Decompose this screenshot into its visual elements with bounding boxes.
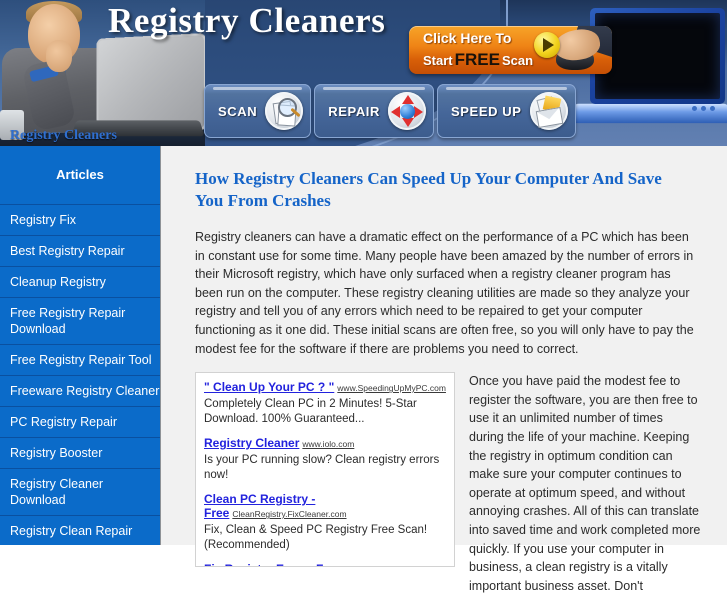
sidebar-item-8[interactable]: Registry Cleaner Download [0,469,160,516]
nav-label-scan: SCAN [218,103,258,119]
sidebar-item-0[interactable]: Registry Fix [0,205,160,236]
ad-head: Registry Cleaner www.iolo.com [204,436,446,451]
laptop-indicator-dots [692,106,715,111]
cta-line-one: Click Here To [423,30,512,46]
start-free-scan-button[interactable]: Click Here To Start FREE Scan [409,26,612,74]
speedup-envelope-icon [529,92,568,130]
sidebar-list: Registry Fix Best Registry Repair Cleanup … [0,205,160,545]
sidebar: Articles Registry Fix Best Registry Repai… [0,146,161,545]
nav-label-repair: REPAIR [328,103,381,119]
ad-head: Fix Registry Error - Freewww.tuneup360.c… [204,562,446,566]
sidebar-item-4[interactable]: Free Registry Repair Tool [0,345,160,376]
nav-button-repair[interactable]: REPAIR [314,84,435,138]
sidebar-item-5[interactable]: Freeware Registry Cleaner [0,376,160,407]
ad-url-link[interactable]: CleanRegistry.FixCleaner.com [232,509,346,519]
header-nav: SCAN REPAIR SPEED UP [204,84,576,138]
header-watermark: Registry Cleaners [10,128,117,143]
laptop-screen [595,13,720,99]
sidebar-item-2[interactable]: Cleanup Registry [0,267,160,298]
sidebar-title: Articles [0,146,160,205]
main-content: How Registry Cleaners Can Speed Up Your … [161,146,727,593]
site-header: Registry Cleaners Registry Cleaners Clic… [0,0,727,146]
ad-url-link[interactable]: www.iolo.com [302,439,354,449]
lower-section: " Clean Up Your PC ? " www.SpeedingUpMyPC… [195,372,701,595]
photo-hand [46,40,72,72]
ad-url-link[interactable]: www.SpeedingUpMyPC.com [337,383,446,393]
right-column-paragraph: Once you have paid the modest fee to reg… [469,374,701,593]
ad-title-link[interactable]: Fix Registry Error - Free [204,562,341,566]
cta-start-text: Start [423,53,453,68]
nav-button-speed-up[interactable]: SPEED UP [437,84,576,138]
repair-globe-arrows-icon [388,92,427,130]
ad-title-link[interactable]: " Clean Up Your PC ? " [204,380,334,394]
site-title: Registry Cleaners [108,1,386,40]
ad-url-link[interactable]: www.tuneup360.com [344,565,423,566]
ad-head: " Clean Up Your PC ? " www.SpeedingUpMyPC… [204,380,446,395]
ad-title-link[interactable]: Registry Cleaner [204,436,299,450]
sidebar-item-6[interactable]: PC Registry Repair [0,407,160,438]
ad-item: Registry Cleaner www.iolo.com Is your PC r… [204,436,446,483]
sidebar-item-3[interactable]: Free Registry Repair Download [0,298,160,345]
cta-line-two: Start FREE Scan [423,50,533,70]
ad-item: Clean PC Registry - Free CleanRegistry.Fi… [204,492,446,553]
intro-paragraph: Registry cleaners can have a dramatic ef… [195,230,694,356]
sponsored-ads-block: " Clean Up Your PC ? " www.SpeedingUpMyPC… [195,372,455,568]
ad-item: " Clean Up Your PC ? " www.SpeedingUpMyPC… [204,380,446,427]
cta-free-text: FREE [454,50,500,69]
ad-description: Completely Clean PC in 2 Minutes! 5-Star… [204,398,417,426]
sidebar-item-9[interactable]: Registry Clean Repair [0,516,160,545]
ad-description: Fix, Clean & Speed PC Registry Free Scan… [204,524,428,552]
cta-scan-text: Scan [501,53,534,68]
ad-description: Is your PC running slow? Clean registry … [204,454,440,482]
sidebar-item-7[interactable]: Registry Booster [0,438,160,469]
play-arrow-icon [534,32,560,58]
nav-label-speed-up: SPEED UP [451,103,522,119]
photo-laptop-lid [96,32,205,132]
ad-item: Fix Registry Error - Freewww.tuneup360.c… [204,562,446,566]
nav-button-scan[interactable]: SCAN [204,84,312,138]
ad-head: Clean PC Registry - Free CleanRegistry.Fi… [204,492,446,521]
sidebar-item-1[interactable]: Best Registry Repair [0,236,160,267]
page-title: How Registry Cleaners Can Speed Up Your … [195,169,662,210]
page-body: Articles Registry Fix Best Registry Repai… [0,146,727,593]
scan-magnifier-icon [265,92,304,130]
